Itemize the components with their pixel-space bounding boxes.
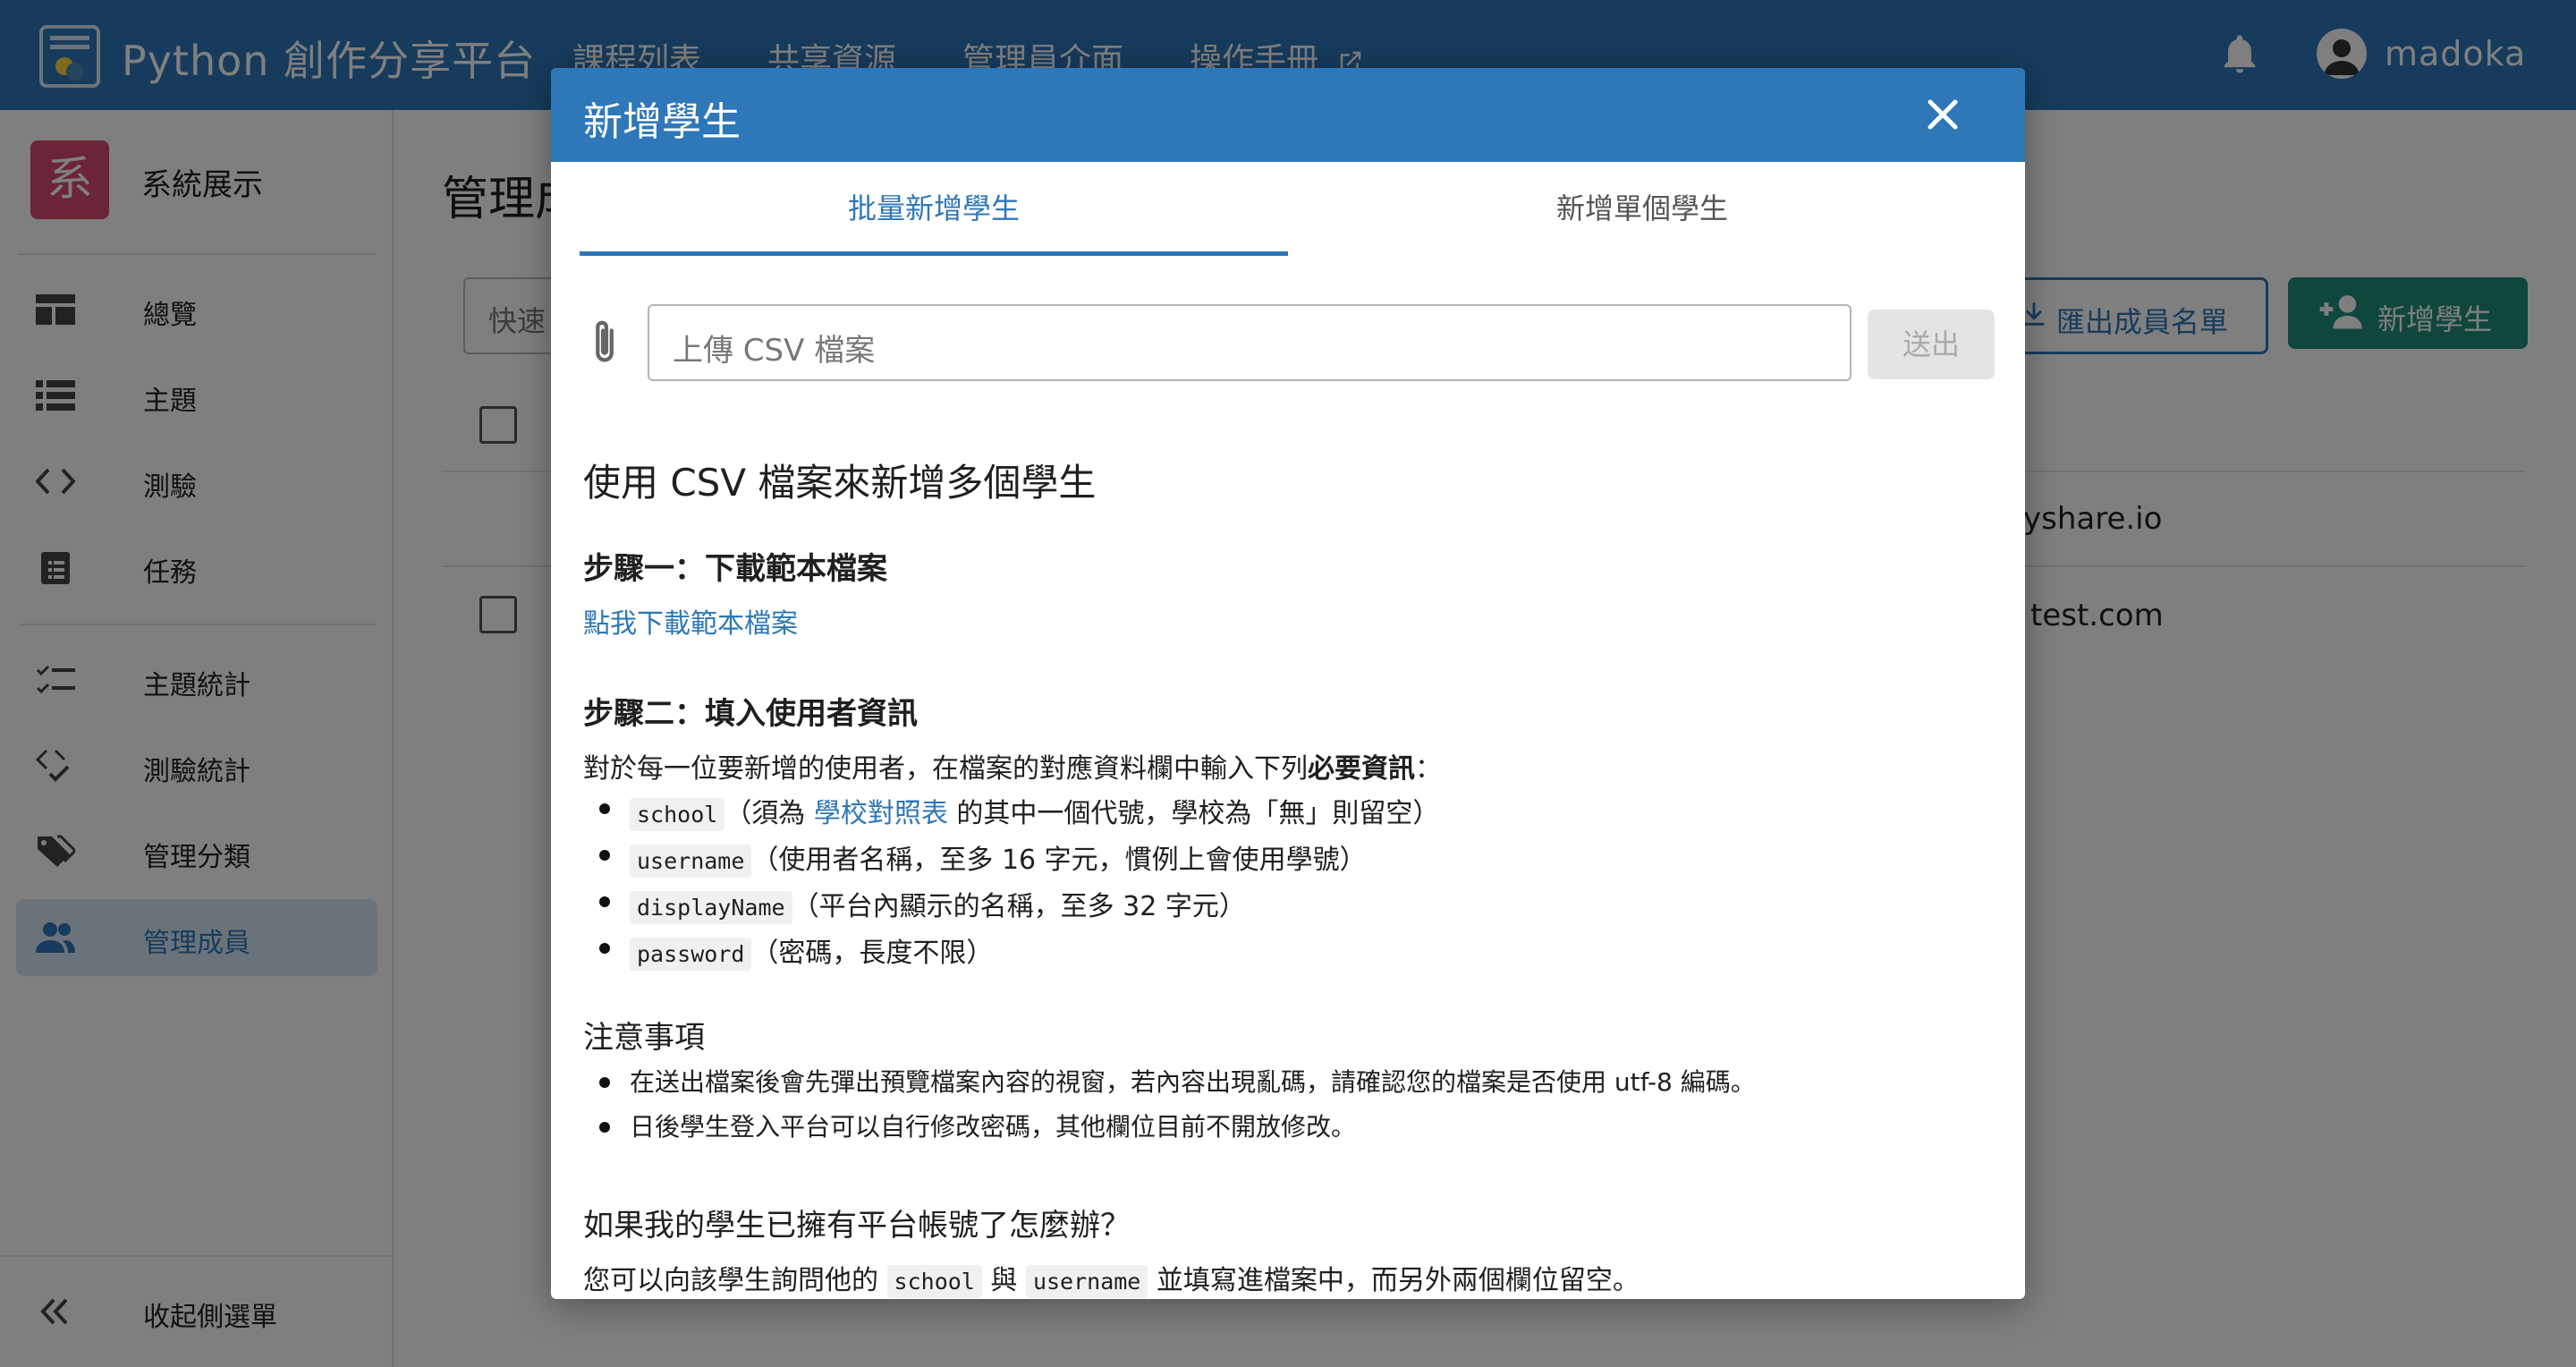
field-password: password （密碼，長度不限）	[630, 930, 993, 971]
note-item: 日後學生登入平台可以自行修改密碼，其他欄位目前不開放修改。	[630, 1112, 1357, 1142]
csv-file-input[interactable]: 上傳 CSV 檔案	[648, 304, 1852, 381]
modal-header: 新增學生	[551, 68, 2025, 162]
download-template-link[interactable]: 點我下載範本檔案	[583, 601, 798, 641]
paperclip-icon[interactable]	[587, 317, 623, 369]
bullet	[599, 1122, 610, 1133]
csv-file-placeholder: 上傳 CSV 檔案	[673, 333, 876, 369]
field-displayname: displayName （平台內顯示的名稱，至多 32 字元）	[630, 884, 1246, 924]
step2-intro: 對於每一位要新增的使用者，在檔案的對應資料欄中輸入下列必要資訊：	[583, 753, 1442, 785]
notes-title: 注意事項	[583, 1020, 705, 1056]
faq-answer: 您可以向該學生詢問他的 school 與 username 並填寫進檔案中，而另…	[583, 1265, 1640, 1298]
bullet	[599, 943, 610, 954]
step2-title: 步驟二：填入使用者資訊	[583, 696, 918, 732]
school-table-link[interactable]: 學校對照表	[814, 798, 948, 829]
bullet	[599, 803, 610, 814]
submit-button[interactable]: 送出	[1868, 310, 1995, 379]
step1-title: 步驟一：下載範本檔案	[583, 551, 887, 587]
tab-batch-add[interactable]: 批量新增學生	[580, 162, 1288, 256]
field-school: school （須為 學校對照表 的其中一個代號，學校為「無」則留空）	[630, 791, 1439, 831]
faq-title: 如果我的學生已擁有平台帳號了怎麼辦？	[583, 1208, 1131, 1244]
modal-title: 新增學生	[583, 99, 741, 145]
tab-single-add[interactable]: 新增單個學生	[1288, 162, 1996, 256]
close-icon[interactable]	[1918, 89, 1968, 140]
instructions-heading: 使用 CSV 檔案來新增多個學生	[583, 461, 1097, 505]
note-item: 在送出檔案後會先彈出預覽檔案內容的視窗，若內容出現亂碼，請確認您的檔案是否使用 …	[630, 1067, 1756, 1097]
add-student-modal: 新增學生 批量新增學生 新增單個學生 上傳 CSV 檔案 送出 使用 CSV 檔…	[551, 68, 2025, 1299]
field-username: username （使用者名稱，至多 16 字元，慣例上會使用學號）	[630, 837, 1367, 878]
bullet	[599, 896, 610, 907]
bullet	[599, 1077, 610, 1088]
bullet	[599, 850, 610, 861]
